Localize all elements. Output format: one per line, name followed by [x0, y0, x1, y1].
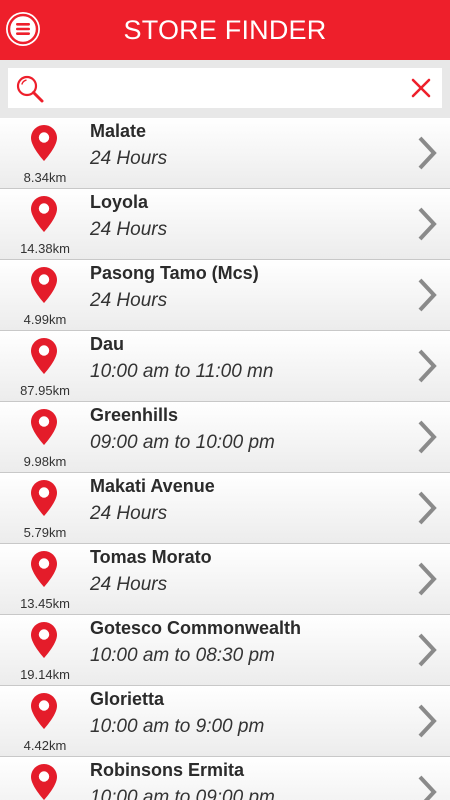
store-list-item[interactable]: 87.95km Dau 10:00 am to 11:00 mn: [0, 331, 450, 402]
store-list-item[interactable]: 5.79km Makati Avenue 24 Hours: [0, 473, 450, 544]
chevron-right-icon: [418, 562, 437, 596]
store-hours: 10:00 am to 11:00 mn: [90, 361, 274, 382]
chevron-right-icon: [418, 420, 437, 454]
map-pin-icon: [31, 480, 57, 516]
map-pin-icon: [31, 267, 57, 303]
chevron-right-icon: [418, 491, 437, 525]
store-name: Loyola: [90, 192, 149, 212]
store-list-item[interactable]: 19.14km Gotesco Commonwealth 10:00 am to…: [0, 615, 450, 686]
store-distance: 9.98km: [23, 454, 67, 469]
store-hours: 10:00 am to 09:00 pm: [90, 787, 275, 800]
store-distance: 5.79km: [23, 525, 67, 540]
map-pin-icon: [31, 338, 57, 374]
store-list-item[interactable]: 13.45km Tomas Morato 24 Hours: [0, 544, 450, 615]
store-finder-screen: STORE FINDER 8.34km Malate 24 Hours 14.3…: [0, 0, 450, 800]
app-header: STORE FINDER: [0, 0, 450, 60]
store-distance: 19.14km: [20, 667, 70, 682]
store-list-item[interactable]: 8.34km Malate 24 Hours: [0, 118, 450, 189]
store-hours: 10:00 am to 9:00 pm: [90, 716, 265, 737]
chevron-right-icon: [418, 278, 437, 312]
chevron-right-icon: [418, 136, 437, 170]
store-hours: 09:00 am to 10:00 pm: [90, 432, 275, 453]
store-hours: 24 Hours: [90, 290, 168, 311]
chevron-right-icon: [418, 775, 437, 800]
store-name: Tomas Morato: [90, 547, 212, 567]
store-list-item[interactable]: 4.42km Glorietta 10:00 am to 9:00 pm: [0, 686, 450, 757]
map-pin-icon: [31, 551, 57, 587]
map-pin-icon: [31, 622, 57, 658]
store-distance: 87.95km: [20, 383, 70, 398]
map-pin-icon: [31, 693, 57, 729]
map-pin-icon: [31, 764, 57, 800]
store-list-item[interactable]: 14.38km Loyola 24 Hours: [0, 189, 450, 260]
store-distance: 14.38km: [20, 241, 70, 256]
store-name: Makati Avenue: [90, 476, 215, 496]
search-input[interactable]: [56, 72, 400, 106]
chevron-right-icon: [418, 349, 437, 383]
store-name: Malate: [90, 121, 147, 141]
store-list-item[interactable]: Robinsons Ermita 10:00 am to 09:00 pm: [0, 757, 450, 800]
menu-button[interactable]: [6, 12, 40, 46]
store-hours: 10:00 am to 08:30 pm: [90, 645, 275, 666]
store-list: 8.34km Malate 24 Hours 14.38km Loyola 24…: [0, 118, 450, 800]
search-icon: [16, 75, 44, 103]
store-distance: 4.99km: [23, 312, 67, 327]
map-pin-icon: [31, 409, 57, 445]
store-distance: 13.45km: [20, 596, 70, 611]
store-distance: 4.42km: [23, 738, 67, 753]
store-name: Greenhills: [90, 405, 179, 425]
store-name: Dau: [90, 334, 125, 354]
page-title: STORE FINDER: [123, 14, 327, 45]
close-icon[interactable]: [410, 77, 432, 99]
store-name: Pasong Tamo (Mcs): [90, 263, 259, 283]
store-name: Glorietta: [90, 689, 165, 709]
hamburger-menu-icon: [7, 13, 39, 45]
store-distance: 8.34km: [23, 170, 67, 185]
search-bar: [0, 60, 450, 118]
store-list-item[interactable]: 9.98km Greenhills 09:00 am to 10:00 pm: [0, 402, 450, 473]
chevron-right-icon: [418, 704, 437, 738]
store-hours: 24 Hours: [90, 503, 168, 524]
map-pin-icon: [31, 196, 57, 232]
store-hours: 24 Hours: [90, 219, 168, 240]
chevron-right-icon: [418, 207, 437, 241]
store-name: Robinsons Ermita: [90, 760, 245, 780]
store-hours: 24 Hours: [90, 148, 168, 169]
store-name: Gotesco Commonwealth: [90, 618, 302, 638]
chevron-right-icon: [418, 633, 437, 667]
search-box: [8, 68, 442, 108]
store-hours: 24 Hours: [90, 574, 168, 595]
map-pin-icon: [31, 125, 57, 161]
store-list-item[interactable]: 4.99km Pasong Tamo (Mcs) 24 Hours: [0, 260, 450, 331]
